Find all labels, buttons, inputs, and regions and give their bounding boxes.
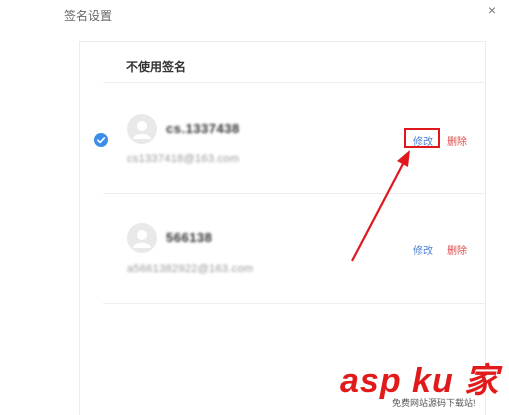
avatar	[127, 114, 157, 144]
watermark-text: asp ku 家	[340, 362, 500, 400]
watermark-subtitle: 免费网站源码下载站!	[392, 398, 476, 408]
signature-name: 566138	[166, 230, 213, 245]
dialog-title: 签名设置	[64, 9, 113, 23]
avatar	[127, 223, 157, 253]
close-icon[interactable]: ×	[484, 2, 500, 18]
check-circle-icon	[94, 133, 108, 147]
user-icon	[133, 230, 151, 248]
user-icon	[133, 121, 151, 139]
annotation-highlight-box	[404, 128, 440, 148]
signature-settings-dialog: 签名设置 × 不使用签名 cs.1337438 cs1337418@163.co…	[0, 0, 509, 415]
delete-signature-button[interactable]: 删除	[447, 242, 467, 257]
divider	[103, 82, 485, 83]
signature-name: cs.1337438	[166, 121, 240, 136]
divider	[103, 303, 485, 304]
signature-email: a5661382922@163.com	[127, 263, 254, 275]
watermark-logo: asp ku 家 免费网站源码下载站!	[338, 353, 509, 414]
delete-signature-button[interactable]: 删除	[447, 133, 467, 148]
edit-signature-button[interactable]: 修改	[413, 242, 433, 257]
signature-email: cs1337418@163.com	[127, 153, 240, 165]
no-signature-option[interactable]: 不使用签名	[126, 58, 186, 75]
divider	[103, 193, 485, 194]
